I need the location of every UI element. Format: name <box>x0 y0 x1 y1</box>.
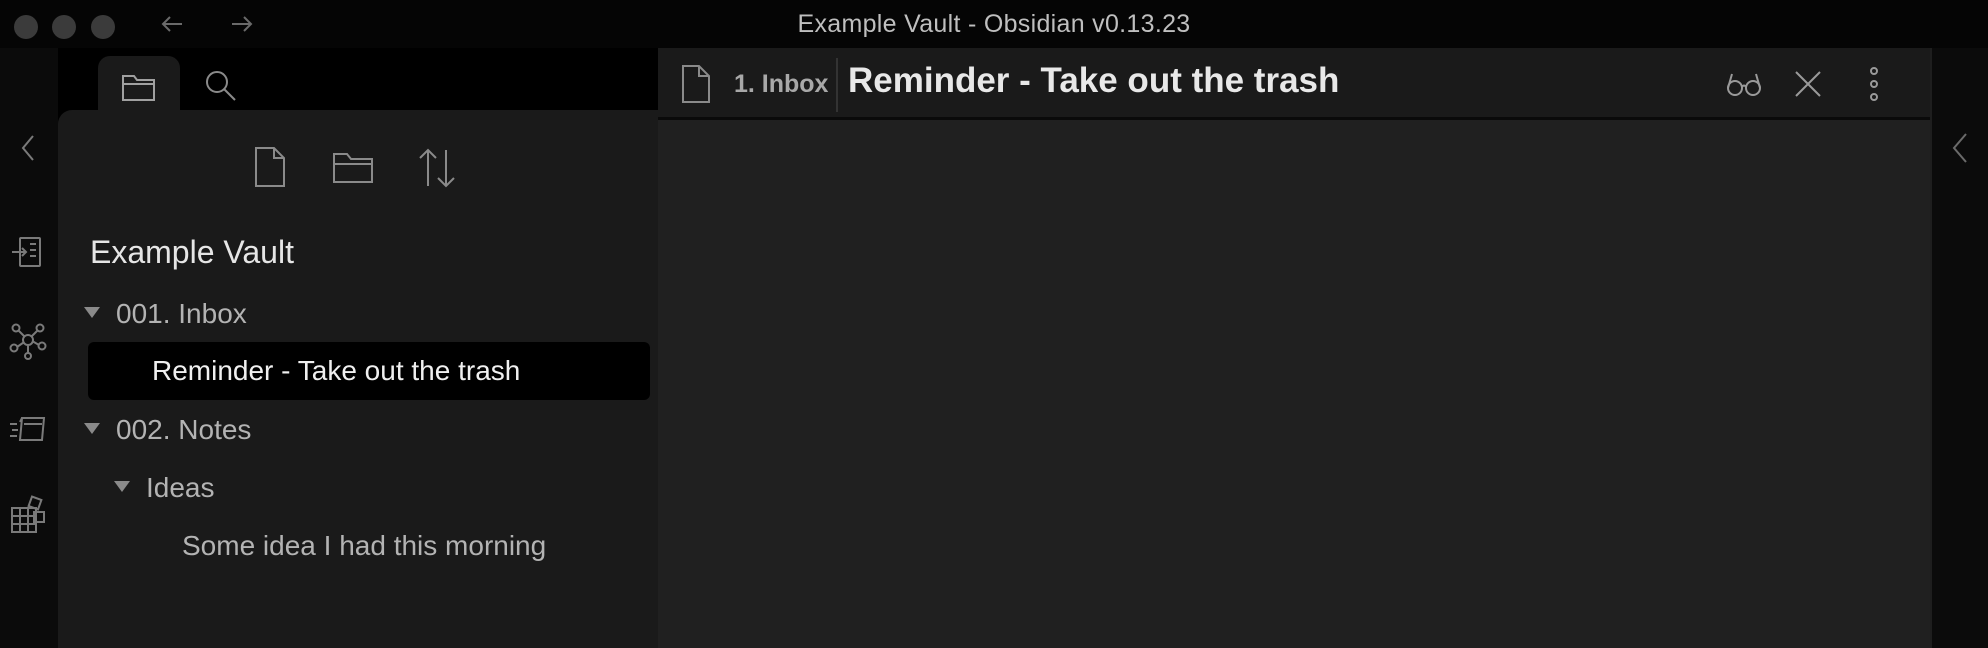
folder-item-notes[interactable]: 002. Notes <box>84 414 251 446</box>
file-icon[interactable] <box>678 64 714 104</box>
new-note-icon[interactable] <box>246 144 292 190</box>
preview-glasses-icon[interactable] <box>1724 64 1764 104</box>
close-icon[interactable] <box>1788 64 1828 104</box>
new-folder-icon[interactable] <box>330 144 376 190</box>
folder-label: 001. Inbox <box>116 298 247 329</box>
collapse-triangle-icon[interactable] <box>84 423 100 435</box>
file-explorer-sidebar: Example Vault 001. Inbox Reminder - Take… <box>58 110 658 648</box>
graph-view-icon[interactable] <box>8 320 48 360</box>
folder-item-ideas[interactable]: Ideas <box>114 472 215 504</box>
view-header: 1. Inbox Reminder - Take out the trash <box>658 48 1930 120</box>
collapse-triangle-icon[interactable] <box>114 481 130 493</box>
search-icon <box>206 71 236 101</box>
editor-pane[interactable]: 1. Inbox Reminder - Take out the trash <box>658 48 1930 648</box>
window-title: Example Vault - Obsidian v0.13.23 <box>797 10 1191 38</box>
title-bar: Example Vault - Obsidian v0.13.23 <box>0 0 1988 48</box>
folder-icon <box>122 75 155 101</box>
file-item-reminder[interactable]: Reminder - Take out the trash <box>88 342 650 400</box>
slides-icon[interactable] <box>8 408 48 448</box>
open-quick-switcher-icon[interactable] <box>8 232 48 272</box>
tab-search[interactable] <box>180 56 262 110</box>
vault-name: Example Vault <box>90 234 294 270</box>
tab-file-explorer[interactable] <box>98 56 180 110</box>
left-ribbon <box>0 48 58 648</box>
chevron-left-icon[interactable] <box>1946 130 1976 166</box>
file-item-idea[interactable]: Some idea I had this morning <box>182 530 546 562</box>
sort-icon[interactable] <box>414 144 460 190</box>
folder-label: 002. Notes <box>116 414 252 445</box>
sidebar-tab-header <box>58 48 658 110</box>
file-label: Reminder - Take out the trash <box>152 355 521 386</box>
file-label: Some idea I had this morning <box>182 530 547 561</box>
right-sidebar-collapsed <box>1930 48 1988 648</box>
breadcrumb-divider <box>836 58 838 112</box>
blocks-icon[interactable] <box>8 494 48 534</box>
folder-label: Ideas <box>146 472 215 503</box>
collapse-triangle-icon[interactable] <box>84 307 100 319</box>
breadcrumb[interactable]: 1. Inbox <box>734 70 828 99</box>
note-title[interactable]: Reminder - Take out the trash <box>848 61 1339 101</box>
folder-item-inbox[interactable]: 001. Inbox <box>84 298 247 330</box>
more-options-icon[interactable] <box>1854 64 1894 104</box>
chevron-left-icon[interactable] <box>8 128 48 168</box>
